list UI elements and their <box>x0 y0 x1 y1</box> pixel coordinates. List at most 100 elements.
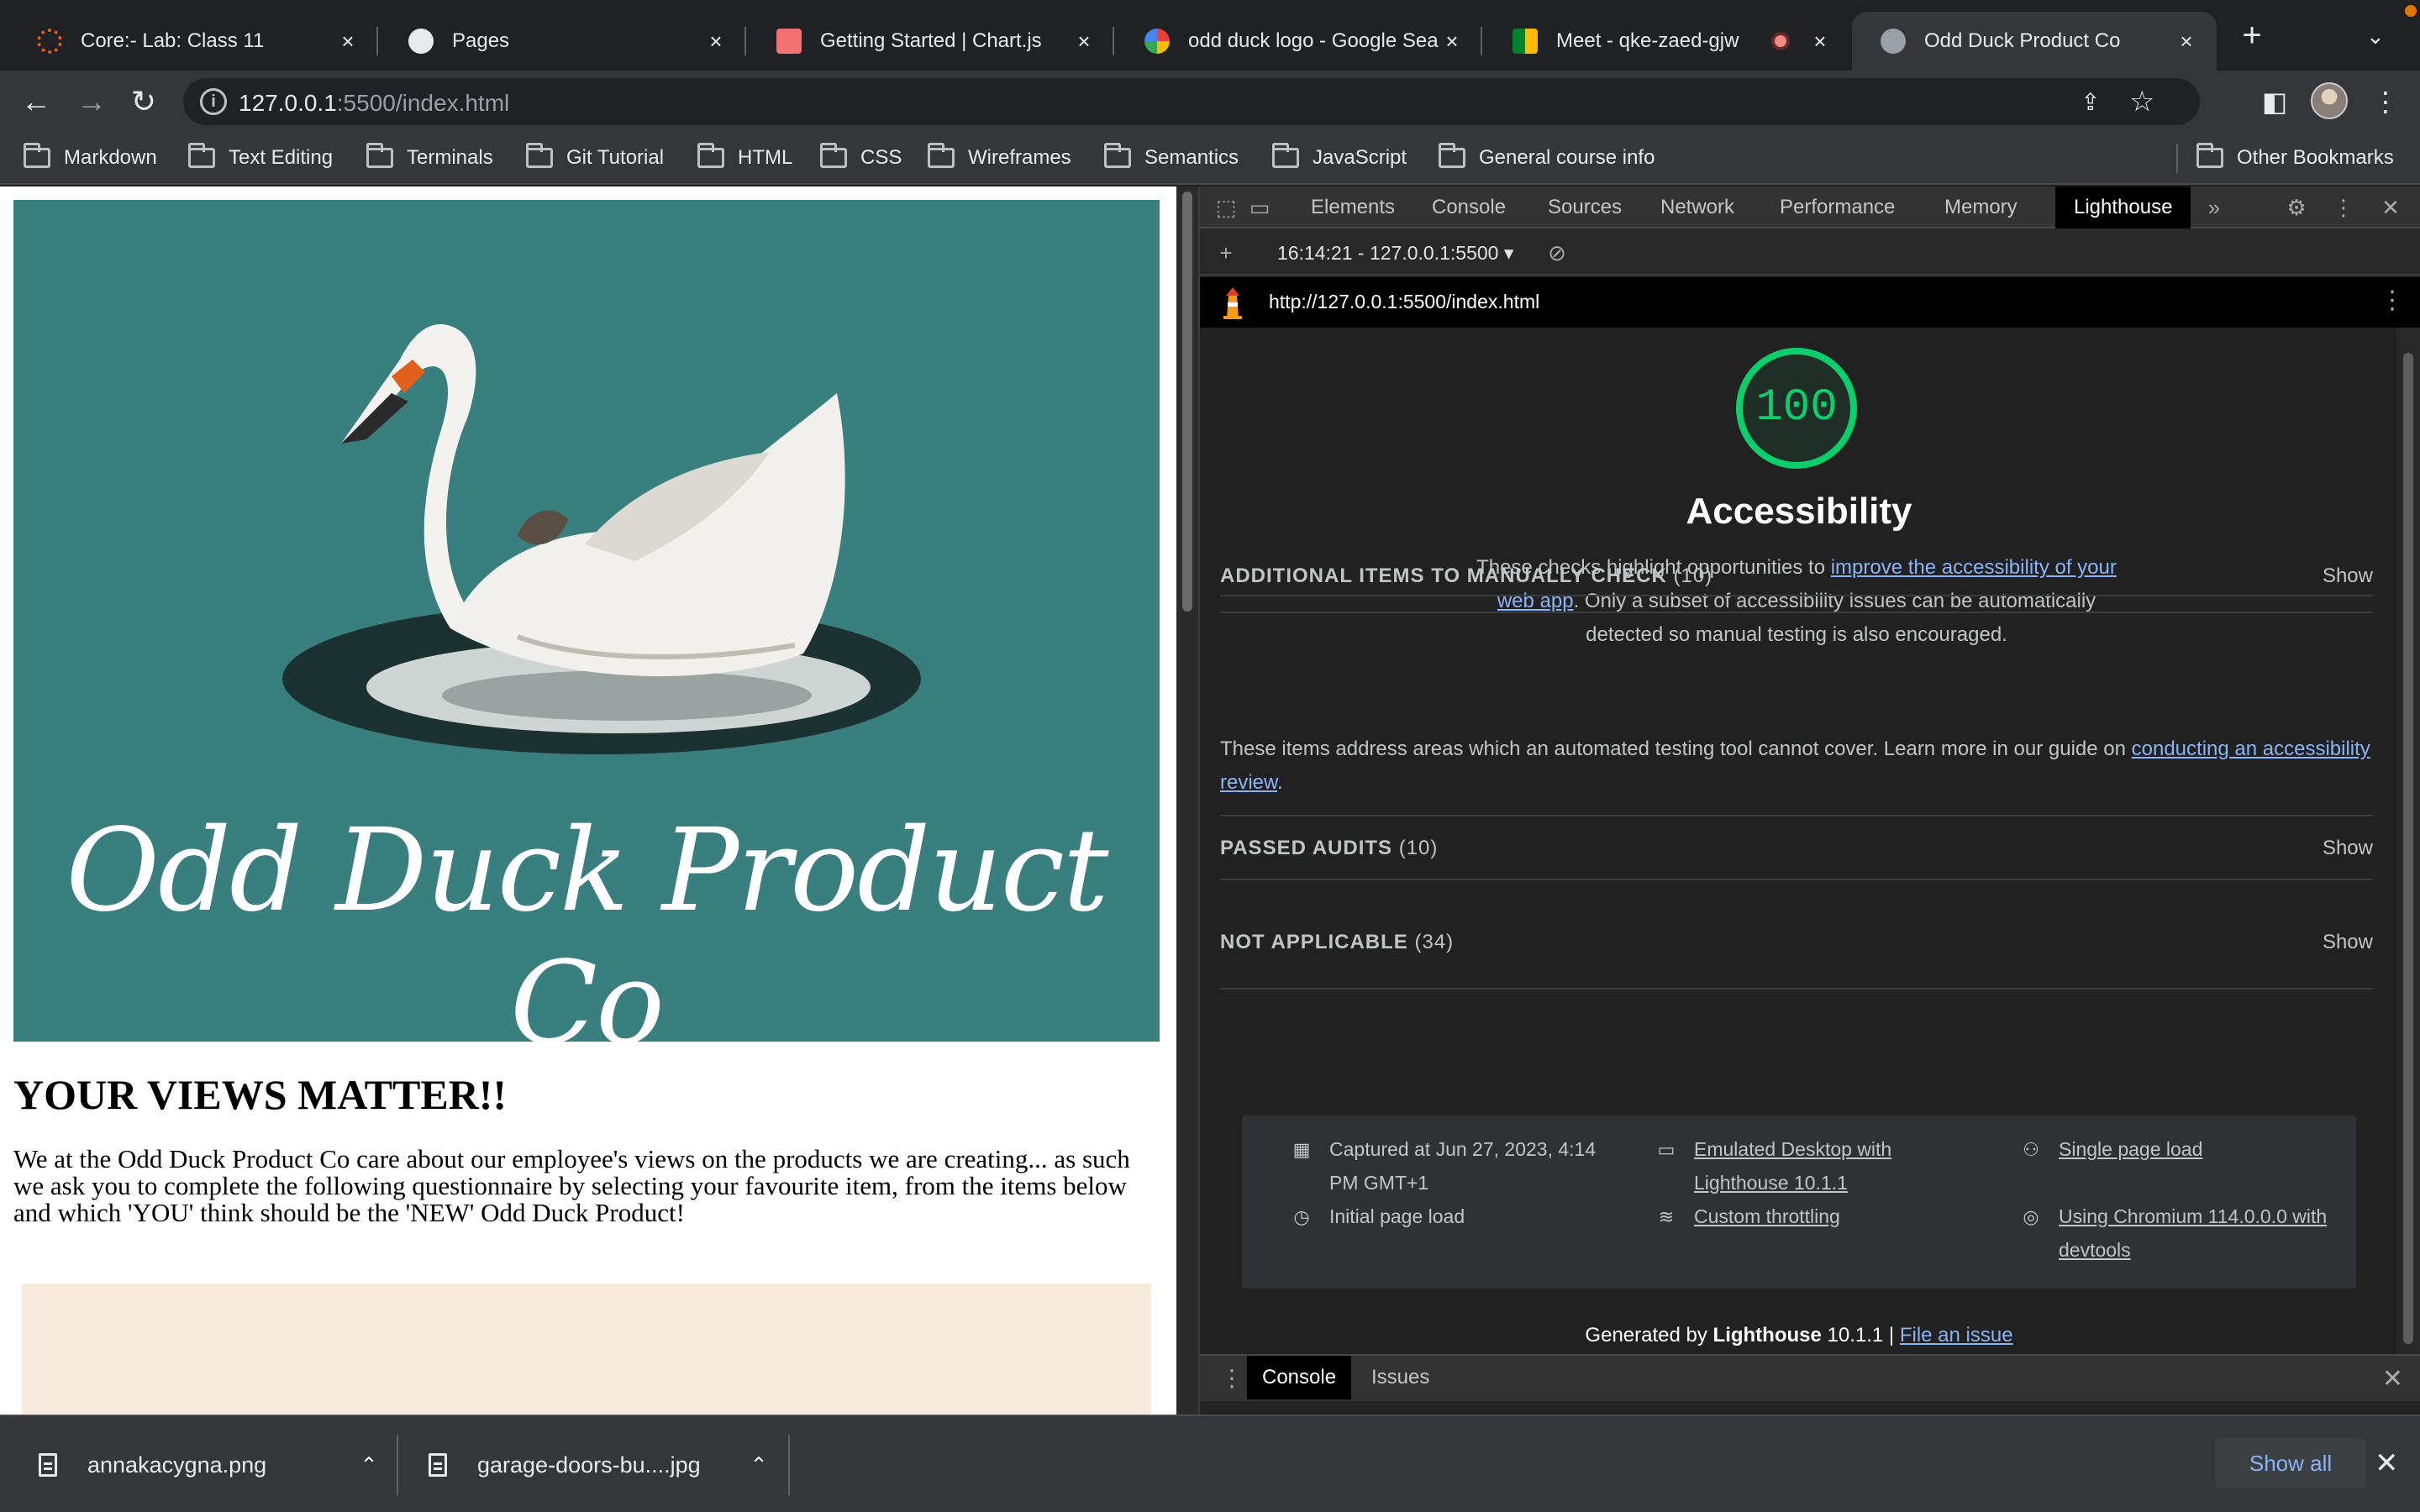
tab-pages[interactable]: Pages × <box>380 12 746 71</box>
devtools-panel: ⬚ ▭ Elements Console Sources Network Per… <box>1198 186 2420 1416</box>
download-item[interactable]: garage-doors-bu....jpg ⌃ <box>429 1435 771 1495</box>
bookmark-other-bookmarks[interactable]: Other Bookmarks <box>2196 141 2394 175</box>
env-throttling[interactable]: ≋ Custom throttling <box>1659 1200 1946 1233</box>
drawer-menu-icon[interactable]: ⋮ <box>1220 1364 1244 1392</box>
report-scrollbar[interactable] <box>2396 328 2420 1354</box>
devtools-tab-bar: ⬚ ▭ Elements Console Sources Network Per… <box>1200 186 2420 228</box>
download-separator <box>397 1435 398 1495</box>
folder-icon <box>24 143 50 168</box>
timer-icon: ◷ <box>1293 1206 1310 1227</box>
chevron-up-icon[interactable]: ⌃ <box>356 1452 381 1478</box>
close-icon[interactable]: × <box>1072 29 1096 53</box>
show-toggle[interactable]: Show <box>2323 931 2373 954</box>
close-icon[interactable]: × <box>336 29 360 53</box>
scrollbar-thumb[interactable] <box>2403 353 2413 1344</box>
customize-menu-icon[interactable]: ⋮ <box>2331 195 2356 220</box>
report-menu-icon[interactable]: ⋮ <box>2380 286 2405 315</box>
chevron-up-icon[interactable]: ⌃ <box>746 1452 771 1478</box>
group-passed-audits[interactable] <box>1220 773 2373 816</box>
forward-icon[interactable]: → <box>74 84 109 119</box>
inspect-element-icon[interactable]: ⬚ <box>1213 195 1239 220</box>
group-not-applicable[interactable]: NOT APPLICABLE (34) Show <box>1220 880 2373 990</box>
score-gauge[interactable]: 100 <box>1736 348 1857 469</box>
folder-icon <box>928 143 955 168</box>
file-issue-link[interactable]: File an issue <box>1900 1324 2013 1347</box>
avatar[interactable] <box>2311 82 2348 119</box>
web-page-viewport: Odd Duck Product Co YOUR VIEWS MATTER!! … <box>0 186 1176 1415</box>
drawer-tab-console[interactable]: Console <box>1247 1356 1352 1399</box>
more-tabs-icon[interactable]: » <box>2202 195 2227 220</box>
devtools-tab-sources[interactable]: Sources <box>1529 186 1640 228</box>
bookmark-wireframes[interactable]: Wireframes <box>928 141 1071 175</box>
clear-reports-icon[interactable]: ⊘ <box>1544 240 1570 265</box>
tab-core-lab[interactable]: Core:- Lab: Class 11 × <box>8 12 378 71</box>
devtools-tab-memory[interactable]: Memory <box>1926 186 2036 228</box>
download-item[interactable]: annakacygna.png ⌃ <box>39 1435 381 1495</box>
env-emulated[interactable]: ▭ Emulated Desktop with Lighthouse 10.1.1 <box>1658 1132 1946 1200</box>
device-toolbar-icon[interactable]: ▭ <box>1247 195 1272 220</box>
devtools-tab-lighthouse[interactable]: Lighthouse <box>2055 186 2191 228</box>
scrollbar-thumb[interactable] <box>1182 192 1192 612</box>
close-icon[interactable]: × <box>704 29 728 53</box>
hero-banner: Odd Duck Product Co <box>13 200 1160 1070</box>
new-tab-button[interactable]: + <box>2235 18 2269 52</box>
bookmark-general-course-info[interactable]: General course info <box>1439 141 1655 175</box>
tab-meet[interactable]: Meet - qke-zaed-gjw × <box>1484 12 1850 71</box>
tab-search-icon[interactable]: ⌄ <box>2366 24 2391 49</box>
download-filename: garage-doors-bu....jpg <box>477 1452 701 1478</box>
bookmark-javascript[interactable]: JavaScript <box>1272 141 1407 175</box>
close-icon[interactable]: ✕ <box>2375 1446 2399 1480</box>
tab-odd-duck[interactable]: Odd Duck Product Co × <box>1852 12 2217 71</box>
close-devtools-icon[interactable]: ✕ <box>2378 195 2403 220</box>
close-icon[interactable]: × <box>2175 29 2198 53</box>
folder-icon <box>526 143 553 168</box>
bookmark-html[interactable]: HTML <box>697 141 792 175</box>
page-scrollbar[interactable] <box>1176 186 1198 1415</box>
bookmark-star-icon[interactable]: ☆ <box>2129 85 2163 118</box>
download-shelf: annakacygna.png ⌃ garage-doors-bu....jpg… <box>0 1415 2420 1512</box>
devtools-tab-elements[interactable]: Elements <box>1292 186 1413 228</box>
devices-icon: ▭ <box>1657 1139 1676 1160</box>
group-title: NOT APPLICABLE (34) <box>1220 931 1455 953</box>
folder-icon <box>1272 143 1299 168</box>
share-icon[interactable]: ⇪ <box>2081 88 2107 115</box>
generated-by-footer: Generated by Lighthouse 10.1.1 | File an… <box>1585 1324 2013 1347</box>
close-icon[interactable]: × <box>1440 29 1464 53</box>
bookmark-terminals[interactable]: Terminals <box>366 141 493 175</box>
devtools-tab-performance[interactable]: Performance <box>1761 186 1913 228</box>
bookmark-markdown[interactable]: Markdown <box>24 141 157 175</box>
tab-google-search[interactable]: odd duck logo - Google Sea × <box>1116 12 1482 71</box>
bookmark-git-tutorial[interactable]: Git Tutorial <box>526 141 664 175</box>
bookmark-semantics[interactable]: Semantics <box>1104 141 1239 175</box>
new-report-icon[interactable]: + <box>1213 240 1239 265</box>
tab-title: Core:- Lab: Class 11 <box>81 29 265 52</box>
lighthouse-url-bar: http://127.0.0.1:5500/index.html ⋮ <box>1200 277 2420 328</box>
address-bar[interactable]: i 127.0.0.1:5500/index.html ⇪ ☆ <box>183 78 2200 125</box>
bookmark-text-editing[interactable]: Text Editing <box>188 141 333 175</box>
env-chromium[interactable]: ◎ Using Chromium 114.0.0.0 with devtools <box>2023 1200 2328 1267</box>
chrome-icon: ◎ <box>2023 1206 2039 1227</box>
menu-icon[interactable]: ⋮ <box>2368 84 2403 119</box>
tab-chartjs[interactable]: Getting Started | Chart.js × <box>748 12 1114 71</box>
back-icon[interactable]: ← <box>18 84 54 119</box>
close-icon[interactable]: × <box>1808 29 1832 53</box>
show-toggle[interactable]: Show <box>2323 837 2373 860</box>
reload-icon[interactable]: ↻ <box>126 84 161 119</box>
report-url: http://127.0.0.1:5500/index.html <box>1269 291 1540 312</box>
folder-icon <box>820 143 847 168</box>
swan-logo-image <box>282 324 921 754</box>
show-all-button[interactable]: Show all <box>2215 1438 2366 1488</box>
devtools-tab-console[interactable]: Console <box>1413 186 1524 228</box>
close-drawer-icon[interactable]: ✕ <box>2382 1364 2403 1394</box>
bookmark-css[interactable]: CSS <box>820 141 902 175</box>
side-panel-icon[interactable]: ◧ <box>2257 84 2292 119</box>
drawer-tab-issues[interactable]: Issues <box>1356 1356 1444 1399</box>
show-toggle[interactable]: Show <box>2323 564 2373 588</box>
info-icon[interactable]: i <box>200 88 227 115</box>
report-select[interactable]: 16:14:21 - 127.0.0.1:5500 ▾ <box>1277 242 1513 265</box>
group-manual-check-row[interactable]: ADDITIONAL ITEMS TO MANUALLY CHECK (10) … <box>1220 512 2373 596</box>
settings-gear-icon[interactable]: ⚙ <box>2284 195 2309 220</box>
group-passed-audits-row[interactable]: PASSED AUDITS (10) Show <box>1220 822 2373 880</box>
env-single-load[interactable]: ⚇ Single page load <box>2023 1132 2328 1166</box>
devtools-tab-network[interactable]: Network <box>1642 186 1753 228</box>
